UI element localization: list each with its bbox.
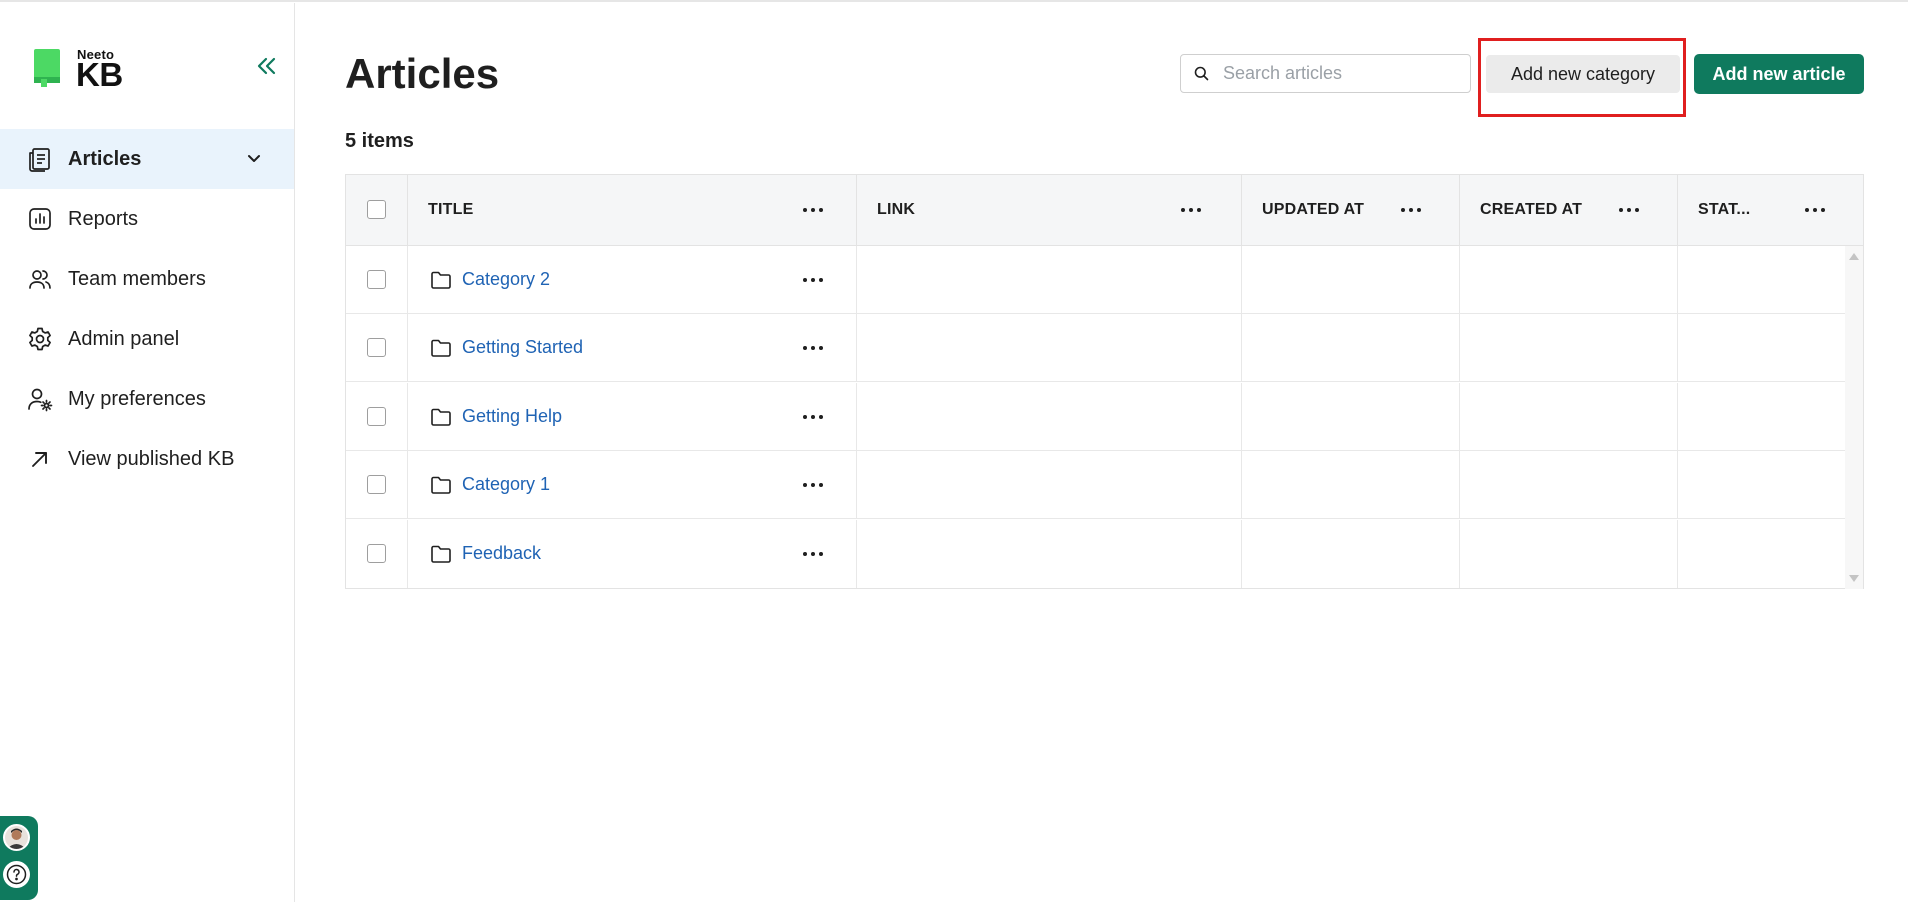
search-icon	[1194, 66, 1209, 81]
sidebar-item-my-preferences[interactable]: My preferences	[0, 369, 294, 429]
table-row: Category 2	[346, 246, 1845, 314]
table-body: Category 2 Getting Started Getting Help …	[346, 246, 1845, 589]
table-scrollbar[interactable]	[1845, 246, 1863, 589]
column-header-link: LINK	[857, 175, 1242, 245]
more-options-icon[interactable]	[800, 410, 826, 424]
column-header-label: CREATED AT	[1480, 201, 1583, 218]
page-title: Articles	[345, 50, 500, 97]
articles-table: TITLE LINK UPDATED AT CREATED AT STAT...…	[345, 174, 1864, 589]
sidebar-item-view-published-kb[interactable]: View published KB	[0, 429, 294, 489]
logo-book-icon	[34, 49, 60, 87]
row-title-link[interactable]: Category 2	[462, 269, 550, 290]
table-row: Getting Started	[346, 314, 1845, 382]
folder-icon	[431, 545, 451, 563]
search-input[interactable]	[1223, 63, 1463, 84]
column-header-created-at: CREATED AT	[1460, 175, 1678, 245]
more-options-icon[interactable]	[1178, 203, 1204, 217]
select-all-checkbox[interactable]	[367, 200, 386, 219]
collapse-sidebar-icon[interactable]	[254, 53, 280, 79]
table-header: TITLE LINK UPDATED AT CREATED AT STAT...	[346, 175, 1863, 246]
neeto-kb-logo: Neeto KB	[33, 46, 143, 94]
sidebar-item-label: View published KB	[68, 447, 235, 470]
column-header-label: UPDATED AT	[1262, 201, 1365, 218]
reports-icon	[27, 206, 53, 232]
folder-icon	[431, 476, 451, 494]
team-icon	[27, 266, 53, 292]
column-header-title: TITLE	[408, 175, 857, 245]
more-options-icon[interactable]	[800, 478, 826, 492]
sidebar-item-admin-panel[interactable]: Admin panel	[0, 309, 294, 369]
column-header-label: TITLE	[428, 201, 474, 218]
sidebar-item-label: My preferences	[68, 387, 206, 410]
articles-icon	[27, 146, 53, 172]
column-header-label: LINK	[877, 201, 916, 218]
external-link-icon	[27, 446, 53, 472]
sidebar-item-team-members[interactable]: Team members	[0, 249, 294, 309]
sidebar-item-label: Team members	[68, 267, 206, 290]
sidebar-item-label: Admin panel	[68, 327, 180, 350]
gear-icon	[27, 326, 53, 352]
chevron-down-icon[interactable]	[246, 151, 262, 167]
sidebar-item-label: Articles	[68, 147, 142, 170]
column-header-status: STAT...	[1678, 175, 1863, 245]
row-checkbox[interactable]	[367, 475, 386, 494]
user-settings-icon	[27, 386, 53, 412]
more-options-icon[interactable]	[1616, 203, 1642, 217]
more-options-icon[interactable]	[800, 341, 826, 355]
folder-icon	[431, 339, 451, 357]
more-options-icon[interactable]	[1398, 203, 1424, 217]
table-row: Category 1	[346, 451, 1845, 519]
more-options-icon[interactable]	[800, 547, 826, 561]
more-options-icon[interactable]	[800, 203, 826, 217]
sidebar-item-articles[interactable]: Articles	[0, 129, 294, 189]
row-checkbox[interactable]	[367, 407, 386, 426]
user-widget	[0, 816, 38, 900]
more-options-icon[interactable]	[800, 273, 826, 287]
row-title-link[interactable]: Getting Started	[462, 337, 583, 358]
folder-icon	[431, 271, 451, 289]
sidebar-item-label: Reports	[68, 207, 139, 230]
sidebar-nav: Articles Reports Team members Admin pane…	[0, 129, 294, 489]
row-checkbox[interactable]	[367, 544, 386, 563]
sidebar-item-reports[interactable]: Reports	[0, 189, 294, 249]
select-all-cell	[346, 175, 408, 245]
folder-icon	[431, 408, 451, 426]
row-checkbox[interactable]	[367, 338, 386, 357]
row-checkbox[interactable]	[367, 270, 386, 289]
logo-kb-text: KB	[76, 56, 123, 93]
row-title-link[interactable]: Feedback	[462, 543, 541, 564]
column-header-updated-at: UPDATED AT	[1242, 175, 1460, 245]
table-row: Getting Help	[346, 383, 1845, 451]
column-header-label: STAT...	[1698, 201, 1751, 218]
add-new-article-button[interactable]: Add new article	[1694, 54, 1864, 94]
scroll-down-arrow-icon[interactable]	[1849, 575, 1859, 582]
scroll-up-arrow-icon[interactable]	[1849, 253, 1859, 260]
row-title-link[interactable]: Category 1	[462, 474, 550, 495]
search-field[interactable]	[1180, 54, 1471, 93]
more-options-icon[interactable]	[1802, 203, 1828, 217]
help-icon[interactable]	[3, 861, 30, 888]
items-count: 5 items	[345, 130, 414, 152]
avatar[interactable]	[3, 824, 30, 851]
table-row: Feedback	[346, 520, 1845, 588]
sidebar: Neeto KB Articles Reports Team members A…	[0, 3, 295, 902]
add-new-category-button[interactable]: Add new category	[1486, 55, 1680, 93]
row-title-link[interactable]: Getting Help	[462, 406, 562, 427]
